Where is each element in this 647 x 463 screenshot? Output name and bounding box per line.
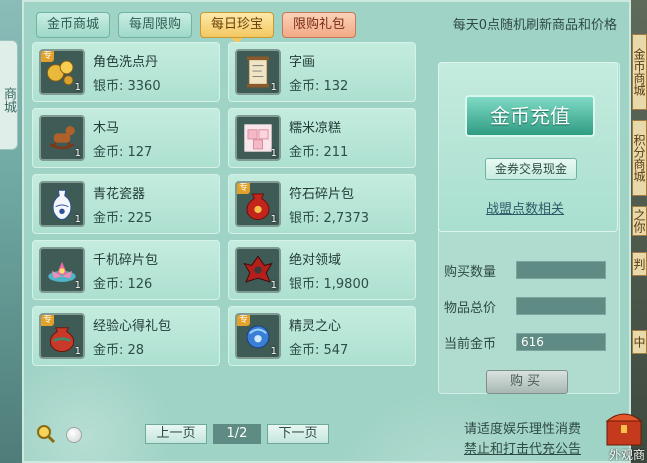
gold-pill-icon: 专 1 [39, 49, 85, 95]
item-price: 金币: 132 [289, 79, 349, 94]
next-page-button[interactable]: 下一页 [267, 424, 329, 444]
red-mech-icon: 1 [235, 247, 281, 293]
item-card[interactable]: 1 绝对领域 银币: 1,9800 [228, 240, 416, 300]
item-card[interactable]: 1 糯米凉糕 金币: 211 [228, 108, 416, 168]
gift-bag-icon: 专 1 [39, 313, 85, 359]
item-qty: 1 [74, 148, 81, 159]
item-card[interactable]: 专 1 角色洗点丹 银币: 3360 [32, 42, 220, 102]
rice-cake-icon: 1 [235, 115, 281, 161]
item-price: 银币: 2,7373 [289, 211, 369, 226]
item-name: 糯米凉糕 [289, 121, 342, 136]
item-price: 银币: 3360 [93, 79, 161, 94]
buy-qty-label: 购买数量 [444, 265, 497, 280]
item-qty: 1 [270, 346, 277, 357]
item-card[interactable]: 专 1 精灵之心 金币: 547 [228, 306, 416, 366]
exclusive-badge: 专 [237, 315, 251, 326]
tab-gold-shop[interactable]: 金币商城 [36, 12, 111, 38]
tab-limited-gift[interactable]: 限购礼包 [282, 12, 357, 38]
item-qty: 1 [74, 82, 81, 93]
tab-daily-treasure[interactable]: 每日珍宝 [200, 12, 275, 44]
lotus-gem-icon: 1 [39, 247, 85, 293]
item-qty: 1 [270, 214, 277, 225]
prev-page-button[interactable]: 上一页 [145, 424, 207, 444]
item-name: 千机碎片包 [93, 253, 159, 268]
left-edge-decoration: 商城 [0, 0, 22, 463]
item-card[interactable]: 1 千机碎片包 金币: 126 [32, 240, 220, 300]
refresh-notice: 每天0点随机刷新商品和价格 [452, 18, 617, 33]
scroll-icon: 1 [235, 49, 281, 95]
item-card[interactable]: 专 1 经验心得礼包 金币: 28 [32, 306, 220, 366]
porcelain-vase-icon: 1 [39, 181, 85, 227]
buy-button[interactable]: 购买 [486, 370, 568, 394]
item-name: 绝对领域 [289, 253, 342, 268]
item-name: 经验心得礼包 [93, 319, 172, 334]
item-price: 银币: 1,9800 [289, 277, 369, 292]
right-tab-3[interactable]: 之你 [632, 206, 647, 236]
item-qty: 1 [270, 82, 277, 93]
right-edge-decoration: 金币商城 积分商城 之你 判 中 [631, 0, 647, 463]
red-pouch-icon: 专 1 [235, 181, 281, 227]
appearance-shop-label[interactable]: 外观商 [609, 446, 645, 463]
item-card[interactable]: 专 1 符石碎片包 银币: 2,7373 [228, 174, 416, 234]
item-qty: 1 [270, 148, 277, 159]
exclusive-badge: 专 [237, 183, 251, 194]
moderation-notice: 请适度娱乐理性消费 [464, 422, 582, 437]
right-tab-5[interactable]: 中 [632, 330, 647, 354]
item-qty: 1 [74, 214, 81, 225]
page-indicator: 1/2 [213, 424, 261, 444]
item-qty: 1 [270, 280, 277, 291]
anti-proxy-notice-link[interactable]: 禁止和打击代充公告 [464, 438, 581, 457]
shop-panel: 金币商城 每周限购 每日珍宝 限购礼包 每天0点随机刷新商品和价格 专 1 角色… [22, 0, 631, 463]
item-name: 字画 [289, 55, 316, 70]
item-card[interactable]: 1 木马 金币: 127 [32, 108, 220, 168]
item-price: 金币: 547 [289, 343, 349, 358]
item-price: 金币: 28 [93, 343, 145, 358]
tab-weekly-limit[interactable]: 每周限购 [118, 12, 193, 38]
total-price-label: 物品总价 [444, 301, 497, 316]
item-price: 金币: 127 [93, 145, 153, 160]
item-qty: 1 [74, 280, 81, 291]
item-name: 符石碎片包 [289, 187, 355, 202]
shop-tabs: 金币商城 每周限购 每日珍宝 限购礼包 [36, 12, 357, 44]
current-gold-label: 当前金币 [444, 337, 497, 352]
item-price: 金币: 211 [289, 145, 349, 160]
total-price-field [516, 297, 606, 315]
blue-orb-icon: 专 1 [235, 313, 281, 359]
item-card[interactable]: 1 青花瓷器 金币: 225 [32, 174, 220, 234]
right-tab-points-shop[interactable]: 积分商城 [632, 120, 647, 196]
buy-qty-field[interactable] [516, 261, 606, 279]
magnifier-icon[interactable] [36, 424, 56, 444]
item-name: 精灵之心 [289, 319, 342, 334]
right-tab-gold-shop[interactable]: 金币商城 [632, 34, 647, 110]
item-name: 木马 [93, 121, 120, 136]
recharge-button[interactable]: 金币充值 [465, 95, 595, 137]
item-card[interactable]: 1 字画 金币: 132 [228, 42, 416, 102]
right-tab-4[interactable]: 判 [632, 252, 647, 276]
toggle-dot-button[interactable] [66, 427, 82, 443]
item-name: 角色洗点丹 [93, 55, 159, 70]
item-name: 青花瓷器 [93, 187, 146, 202]
voucher-exchange-button[interactable]: 金券交易现金 [485, 158, 577, 180]
item-price: 金币: 126 [93, 277, 153, 292]
item-price: 金币: 225 [93, 211, 153, 226]
item-qty: 1 [74, 346, 81, 357]
guild-points-link[interactable]: 战盟点数相关 [486, 198, 564, 217]
item-grid: 专 1 角色洗点丹 银币: 3360 1 字画 金币: 132 1 木马 金币:… [32, 42, 422, 366]
exclusive-badge: 专 [41, 315, 55, 326]
exclusive-badge: 专 [41, 51, 55, 62]
left-side-tab[interactable]: 商城 [0, 40, 18, 150]
wooden-horse-icon: 1 [39, 115, 85, 161]
current-gold-field: 616 [516, 333, 606, 351]
